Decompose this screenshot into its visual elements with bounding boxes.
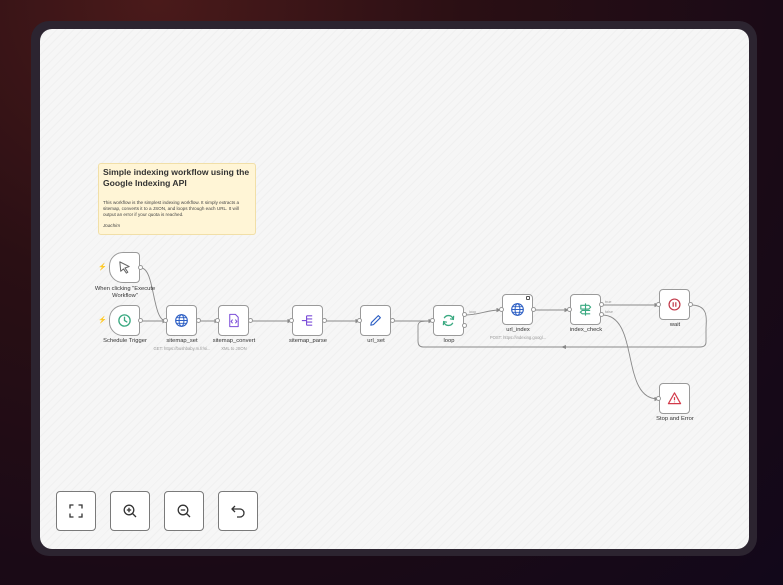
- port-in[interactable]: [215, 318, 220, 323]
- trigger-bolt-icon: ⚡: [98, 317, 107, 324]
- signpost-icon: [579, 303, 592, 316]
- port-out[interactable]: [196, 318, 201, 323]
- back-edge-arrow: [561, 345, 566, 349]
- disabled-indicator-icon: [526, 296, 530, 300]
- warning-icon: [667, 392, 682, 405]
- globe-icon: [511, 303, 524, 316]
- node-label: url_set: [367, 338, 385, 344]
- node-label: When clicking "Execute Workflow": [94, 286, 156, 299]
- port-in[interactable]: [357, 318, 362, 323]
- globe-icon: [175, 314, 188, 327]
- node-schedule-trigger[interactable]: [109, 305, 140, 336]
- zoom-in-button[interactable]: [110, 491, 150, 531]
- zoom-in-icon: [123, 504, 137, 518]
- node-label: wait: [669, 322, 681, 328]
- port-out[interactable]: [138, 265, 143, 270]
- node-manual-trigger[interactable]: [109, 252, 140, 283]
- trigger-bolt-icon: ⚡: [98, 264, 107, 271]
- split-icon: [301, 315, 313, 326]
- undo-icon: [231, 505, 245, 518]
- node-wait[interactable]: [659, 289, 690, 320]
- port-out-done[interactable]: [462, 323, 467, 328]
- port-out[interactable]: [688, 302, 693, 307]
- port-in[interactable]: [430, 318, 435, 323]
- pause-icon: [668, 298, 681, 311]
- note-title: Simple indexing workflow using the Googl…: [103, 167, 250, 188]
- pencil-icon: [370, 315, 381, 326]
- node-label: Stop and Error: [656, 416, 694, 422]
- cursor-icon: [119, 261, 130, 274]
- node-index-check[interactable]: [570, 294, 601, 325]
- node-sitemap-parse[interactable]: [292, 305, 323, 336]
- reset-zoom-button[interactable]: [218, 491, 258, 531]
- node-url-set[interactable]: [360, 305, 391, 336]
- edge-label-loop: loop: [469, 310, 477, 314]
- port-in[interactable]: [656, 302, 661, 307]
- code-file-icon: [229, 313, 239, 328]
- node-label: sitemap_convert: [212, 338, 256, 344]
- port-in[interactable]: [656, 396, 661, 401]
- port-out[interactable]: [322, 318, 327, 323]
- port-out-true[interactable]: [599, 302, 604, 307]
- node-label: index_check: [569, 327, 603, 333]
- fit-view-button[interactable]: [56, 491, 96, 531]
- refresh-icon: [442, 314, 455, 327]
- port-out[interactable]: [248, 318, 253, 323]
- port-out[interactable]: [531, 307, 536, 312]
- port-in[interactable]: [499, 307, 504, 312]
- node-sitemap-set[interactable]: [166, 305, 197, 336]
- port-out[interactable]: [138, 318, 143, 323]
- node-subtitle: POST: https://indexing.googl...: [489, 335, 547, 340]
- port-in[interactable]: [567, 307, 572, 312]
- note-body: This workflow is the simplest indexing w…: [103, 200, 240, 217]
- node-sitemap-convert[interactable]: [218, 305, 249, 336]
- zoom-out-icon: [177, 504, 191, 518]
- clock-icon: [118, 314, 131, 327]
- workflow-canvas[interactable]: Simple indexing workflow using the Googl…: [40, 29, 749, 549]
- sticky-note[interactable]: Simple indexing workflow using the Googl…: [98, 163, 256, 235]
- node-subtitle: XML to JSON: [221, 346, 247, 351]
- edge-label-true: true: [605, 300, 612, 304]
- node-stop-error[interactable]: [659, 383, 690, 414]
- port-out[interactable]: [390, 318, 395, 323]
- port-out-false[interactable]: [599, 312, 604, 317]
- note-author: Joachim: [103, 223, 121, 228]
- fullscreen-icon: [69, 504, 83, 518]
- zoom-out-button[interactable]: [164, 491, 204, 531]
- edge-label-false: false: [605, 310, 614, 314]
- port-in[interactable]: [289, 318, 294, 323]
- port-out-loop[interactable]: [462, 312, 467, 317]
- node-loop[interactable]: [433, 305, 464, 336]
- port-in[interactable]: [163, 318, 168, 323]
